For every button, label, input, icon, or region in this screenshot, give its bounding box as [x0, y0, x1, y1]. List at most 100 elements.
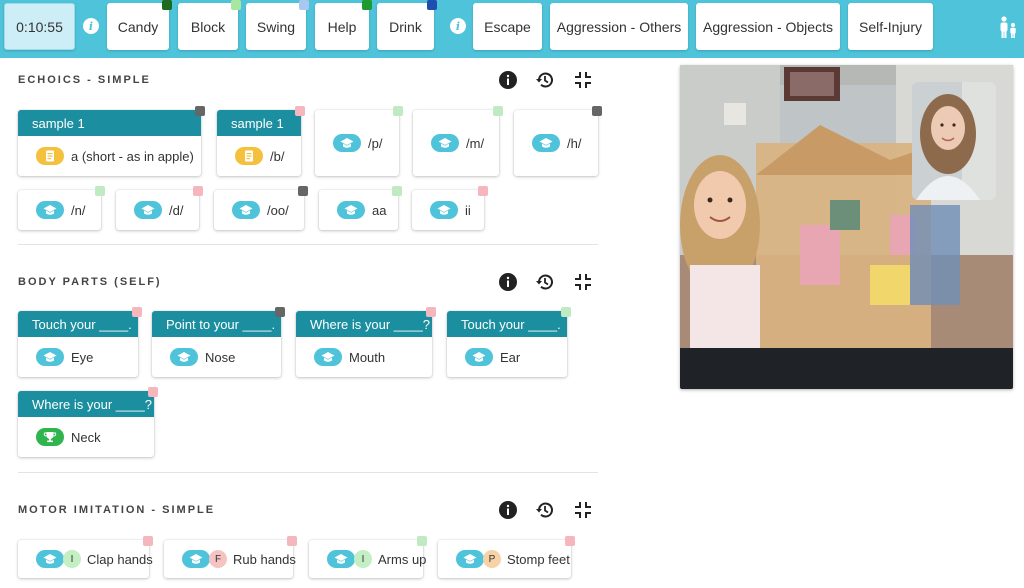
graduation-cap-icon — [431, 134, 459, 152]
reinforcers-info-icon[interactable]: i — [83, 18, 99, 34]
target-card-ear[interactable]: Touch your ____. Ear — [447, 307, 571, 377]
card-header: Touch your ____. — [447, 311, 567, 337]
reinforcer-label: Drink — [389, 18, 422, 35]
session-timer[interactable]: 0:10:55 — [4, 3, 75, 50]
card-header: Where is your ____? — [296, 311, 432, 337]
reinforcer-button-candy[interactable]: Candy — [107, 0, 172, 50]
target-card-p[interactable]: /p/ — [315, 106, 403, 176]
status-flag — [592, 106, 602, 116]
target-card-n[interactable]: /n/ — [18, 186, 105, 230]
status-flag — [287, 536, 297, 546]
card-header: Touch your ____. — [18, 311, 138, 337]
info-icon[interactable] — [498, 272, 518, 292]
target-label: /n/ — [71, 202, 86, 218]
status-flag — [231, 0, 241, 10]
behavior-button-self-injury[interactable]: Self-Injury — [848, 3, 933, 50]
status-flag — [195, 106, 205, 116]
reinforcer-button-drink[interactable]: Drink — [377, 0, 437, 50]
document-icon — [235, 147, 263, 165]
target-card-eye[interactable]: Touch your ____. Eye — [18, 307, 142, 377]
target-label: Clap hands — [87, 551, 153, 567]
reinforcer-label: Swing — [256, 18, 296, 35]
behavior-button-aggression-others[interactable]: Aggression - Others — [550, 3, 688, 50]
reinforcer-button-swing[interactable]: Swing — [246, 0, 309, 50]
status-flag — [362, 0, 372, 10]
timer-text: 0:10:55 — [16, 18, 63, 35]
self-view-image — [912, 82, 996, 200]
reinforcer-button-help[interactable]: Help — [315, 0, 372, 50]
target-card-h[interactable]: /h/ — [514, 106, 602, 176]
adult-child-icon[interactable] — [998, 16, 1018, 38]
reinforcer-button-block[interactable]: Block — [178, 0, 241, 50]
target-card-stomp-feet[interactable]: P Stomp feet — [438, 536, 575, 578]
target-card-a-short[interactable]: sample 1 a (short - as in apple) — [18, 106, 205, 176]
target-label: Arms up — [378, 551, 427, 567]
history-icon[interactable] — [535, 272, 555, 292]
trophy-icon — [36, 428, 64, 446]
graduation-cap-icon — [456, 550, 484, 568]
section-divider — [18, 244, 598, 245]
graduation-cap-icon — [430, 201, 458, 219]
target-card-mouth[interactable]: Where is your ____? Mouth — [296, 307, 436, 377]
behavior-button-aggression-objects[interactable]: Aggression - Objects — [696, 3, 840, 50]
target-card-oo[interactable]: /oo/ — [214, 186, 308, 230]
behavior-label: Aggression - Objects — [703, 18, 833, 35]
target-card-clap-hands[interactable]: I Clap hands — [18, 536, 153, 578]
target-label: /m/ — [466, 135, 485, 151]
target-card-m[interactable]: /m/ — [413, 106, 503, 176]
prompt-level-badge: P — [483, 550, 501, 568]
target-label: ii — [465, 202, 471, 218]
target-label: Nose — [205, 349, 236, 365]
graduation-cap-icon — [182, 550, 210, 568]
target-card-aa[interactable]: aa — [319, 186, 402, 230]
graduation-cap-icon — [170, 348, 198, 366]
graduation-cap-icon — [36, 201, 64, 219]
status-flag — [392, 186, 402, 196]
status-flag — [95, 186, 105, 196]
behavior-label: Aggression - Others — [556, 18, 682, 35]
status-flag — [417, 536, 427, 546]
info-icon[interactable] — [498, 70, 518, 90]
target-label: /p/ — [368, 135, 383, 151]
status-flag — [493, 106, 503, 116]
history-icon[interactable] — [535, 500, 555, 520]
history-icon[interactable] — [535, 70, 555, 90]
status-flag — [427, 0, 437, 10]
target-label: Neck — [71, 429, 101, 445]
section-title-motor-imitation: MOTOR IMITATION - SIMPLE — [18, 504, 216, 516]
status-flag — [565, 536, 575, 546]
target-label: Rub hands — [233, 551, 296, 567]
target-card-arms-up[interactable]: I Arms up — [309, 536, 427, 578]
section-divider — [18, 472, 598, 473]
target-card-ii[interactable]: ii — [412, 186, 488, 230]
target-card-d[interactable]: /d/ — [116, 186, 203, 230]
target-label: a (short - as in apple) — [71, 148, 194, 164]
collapse-icon[interactable] — [573, 500, 593, 520]
prompt-level-badge: F — [209, 550, 227, 568]
top-toolbar: 0:10:55 i Candy Block Swing Help Drink i… — [0, 0, 1024, 58]
target-label: /b/ — [270, 148, 285, 164]
card-header: Point to your ____. — [152, 311, 281, 337]
status-flag — [162, 0, 172, 10]
target-card-b[interactable]: sample 1 /b/ — [217, 106, 305, 176]
reinforcer-label: Block — [190, 18, 226, 35]
target-card-neck[interactable]: Where is your ____? Neck — [18, 387, 158, 457]
behavior-label: Escape — [484, 18, 531, 35]
prompt-level-badge: I — [354, 550, 372, 568]
behaviors-info-icon[interactable]: i — [450, 18, 466, 34]
target-card-nose[interactable]: Point to your ____. Nose — [152, 307, 285, 377]
behavior-button-escape[interactable]: Escape — [473, 3, 542, 50]
collapse-icon[interactable] — [573, 272, 593, 292]
graduation-cap-icon — [232, 201, 260, 219]
self-view-video[interactable] — [912, 82, 996, 200]
graduation-cap-icon — [465, 348, 493, 366]
target-label: Eye — [71, 349, 94, 365]
info-icon[interactable] — [498, 500, 518, 520]
collapse-icon[interactable] — [573, 70, 593, 90]
reinforcer-label: Candy — [117, 18, 159, 35]
status-flag — [275, 307, 285, 317]
section-title-echoics: ECHOICS - SIMPLE — [18, 74, 151, 86]
target-card-rub-hands[interactable]: F Rub hands — [164, 536, 297, 578]
status-flag — [143, 536, 153, 546]
status-flag — [426, 307, 436, 317]
